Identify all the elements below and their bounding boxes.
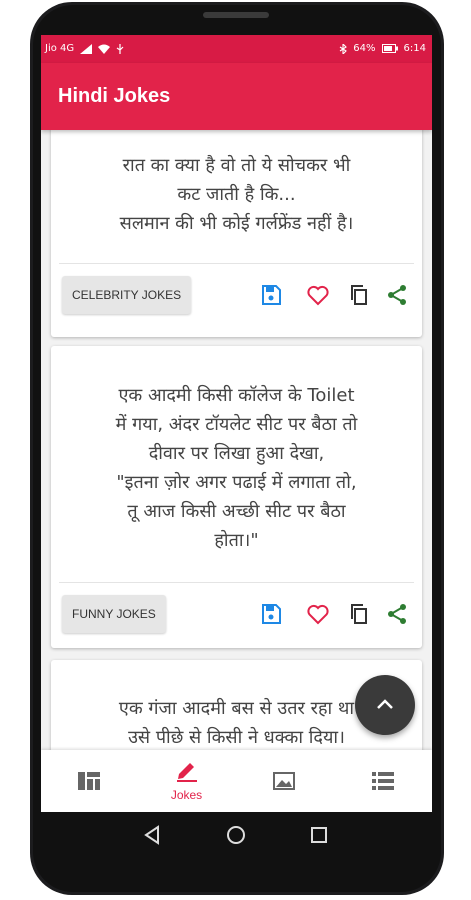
pencil-icon [177, 763, 197, 782]
app-bar: Hindi Jokes [41, 63, 432, 130]
category-chip[interactable]: CELEBRITY JOKES [62, 276, 192, 314]
nav-item-images[interactable] [235, 750, 332, 812]
chevron-up-icon [377, 699, 393, 709]
copy-icon[interactable] [347, 602, 371, 626]
signal-icon [80, 43, 93, 54]
nav-item-list[interactable] [332, 750, 429, 812]
save-icon[interactable] [259, 602, 283, 626]
battery-percent: 64% [353, 43, 376, 54]
image-icon [273, 772, 295, 790]
bottom-navigation: Jokes [41, 750, 432, 812]
recents-icon[interactable] [310, 826, 328, 844]
battery-icon [381, 44, 398, 53]
speaker-grille [203, 12, 269, 18]
carrier-label: Jio 4G [45, 43, 75, 54]
usb-icon [116, 43, 124, 54]
nav-item-dashboard[interactable] [41, 750, 138, 812]
share-icon[interactable] [385, 283, 409, 307]
bluetooth-icon [339, 43, 348, 54]
scroll-top-fab[interactable] [355, 675, 415, 735]
wifi-icon [98, 44, 111, 54]
card-divider [59, 263, 414, 264]
joke-text: एक आदमी किसी कॉलेज के Toilet में गया, अं… [115, 385, 358, 551]
jokes-list[interactable]: रात का क्या है वो तो ये सोचकर भी कट जाती… [41, 130, 432, 750]
share-icon[interactable] [385, 602, 409, 626]
card-divider [59, 582, 414, 583]
nav-item-jokes[interactable]: Jokes [138, 750, 235, 812]
home-icon[interactable] [226, 825, 246, 845]
heart-icon[interactable] [306, 602, 330, 626]
app-title: Hindi Jokes [58, 85, 171, 107]
dashboard-icon [78, 772, 100, 790]
system-nav-bar [41, 812, 432, 860]
joke-card: रात का क्या है वो तो ये सोचकर भी कट जाती… [51, 130, 422, 337]
joke-card: एक आदमी किसी कॉलेज के Toilet में गया, अं… [51, 346, 422, 648]
heart-icon[interactable] [306, 283, 330, 307]
save-icon[interactable] [259, 283, 283, 307]
back-icon[interactable] [143, 825, 161, 845]
nav-label-jokes: Jokes [170, 788, 203, 802]
copy-icon[interactable] [347, 283, 371, 307]
status-bar: Jio 4G 64% 6:14 [41, 35, 432, 63]
joke-text: रात का क्या है वो तो ये सोचकर भी कट जाती… [119, 155, 354, 234]
clock: 6:14 [403, 43, 426, 54]
category-chip[interactable]: FUNNY JOKES [62, 595, 166, 633]
list-icon [372, 772, 394, 790]
